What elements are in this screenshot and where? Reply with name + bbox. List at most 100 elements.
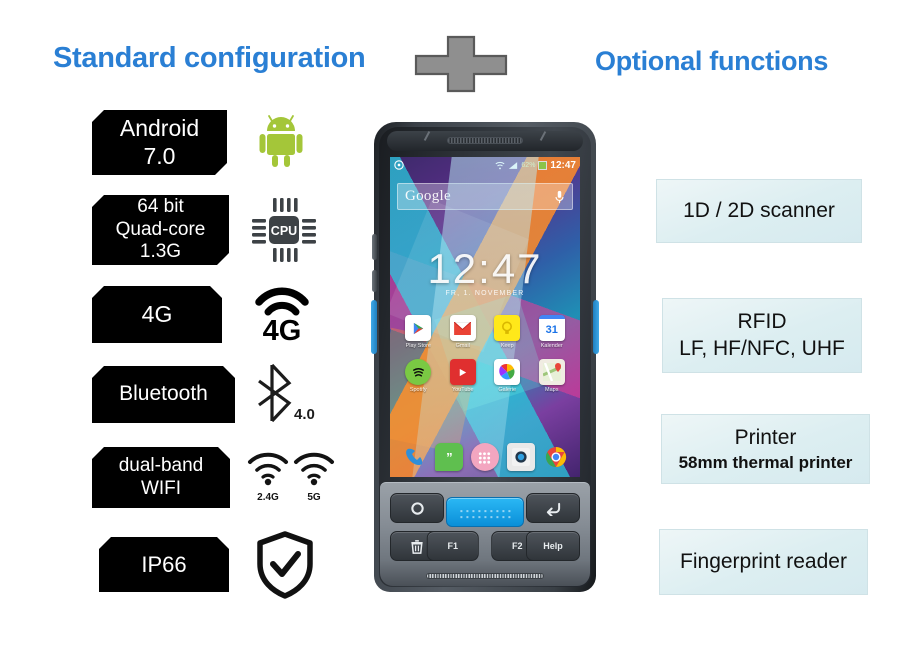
bluetooth-icon: 4.0 bbox=[238, 358, 328, 433]
scan-trigger-key[interactable] bbox=[446, 497, 524, 527]
back-key[interactable] bbox=[526, 493, 580, 523]
svg-text:2.4G: 2.4G bbox=[257, 492, 279, 503]
app-label: Play Store bbox=[405, 343, 431, 349]
back-arrow-icon bbox=[546, 502, 560, 516]
wifi-icon bbox=[495, 161, 505, 169]
spec-row-bluetooth: Bluetooth 4.0 bbox=[92, 363, 315, 423]
play-store-icon bbox=[405, 315, 432, 341]
side-button-volume[interactable] bbox=[372, 234, 377, 260]
app-row-2: Spotify YouTube Galerie Maps bbox=[396, 359, 574, 393]
device-screen[interactable]: 62% 12:47 Google 12:47 FR, 1. NOVEMBER P… bbox=[390, 157, 580, 477]
app-gmail[interactable]: Gmail bbox=[444, 315, 482, 349]
help-key[interactable]: Help bbox=[526, 531, 580, 561]
spec-row-dual-band-wifi: dual-band WIFI 2.4G 5G bbox=[92, 447, 334, 508]
app-galerie[interactable]: Galerie bbox=[488, 359, 526, 393]
app-keep[interactable]: Keep bbox=[488, 315, 526, 349]
lockscreen-clock: 12:47 bbox=[427, 245, 543, 292]
camera-icon[interactable] bbox=[506, 443, 535, 471]
app-label: YouTube bbox=[451, 387, 474, 393]
app-label: Spotify bbox=[409, 387, 427, 393]
app-spotify[interactable]: Spotify bbox=[399, 359, 437, 393]
status-bar: 62% 12:47 bbox=[390, 157, 580, 173]
app-grid: Play Store Gmail Keep 31 Kalender Spotif… bbox=[396, 315, 574, 403]
phone-icon[interactable] bbox=[400, 443, 428, 471]
optional-title: Printer bbox=[734, 426, 797, 450]
side-button-power[interactable] bbox=[372, 270, 377, 292]
google-search-widget[interactable]: Google bbox=[397, 183, 573, 210]
spec-text-line: Bluetooth bbox=[119, 382, 208, 406]
spec-text-line: Android bbox=[119, 115, 200, 142]
notification-icon bbox=[394, 160, 404, 170]
keep-icon bbox=[494, 315, 521, 341]
spec-row-android: Android 7.0 bbox=[92, 110, 303, 175]
gmail-icon bbox=[449, 315, 476, 341]
trash-icon bbox=[411, 539, 423, 554]
app-maps[interactable]: Maps bbox=[533, 359, 571, 393]
spec-text-line: 7.0 bbox=[143, 142, 176, 169]
circle-home-icon bbox=[410, 501, 424, 515]
svg-text:4G: 4G bbox=[263, 315, 302, 345]
bottom-speaker-grille-icon bbox=[426, 573, 544, 579]
dual-wifi-icon: 2.4G 5G bbox=[244, 445, 340, 507]
gallery-icon bbox=[494, 359, 521, 385]
microphone-icon[interactable] bbox=[554, 190, 565, 204]
app-label: Galerie bbox=[498, 387, 517, 393]
side-button-scan-right[interactable] bbox=[593, 300, 599, 354]
android-robot-icon bbox=[248, 107, 322, 179]
calendar-day-number: 31 bbox=[545, 324, 558, 336]
status-bar-right: 62% 12:47 bbox=[495, 160, 576, 171]
maps-icon bbox=[538, 359, 565, 385]
page-title-standard-configuration: Standard configuration bbox=[53, 42, 366, 74]
spec-text-line: 4G bbox=[141, 300, 173, 327]
earpiece-speaker-icon bbox=[447, 137, 523, 144]
app-label: Keep bbox=[500, 343, 514, 349]
svg-text:4.0: 4.0 bbox=[294, 406, 315, 423]
optional-box-rfid[interactable]: RFID LF, HF/NFC, UHF bbox=[662, 298, 862, 373]
page-title-optional-functions: Optional functions bbox=[595, 46, 829, 76]
spec-label-android: Android 7.0 bbox=[92, 110, 227, 175]
spec-label-dual-band-wifi: dual-band WIFI bbox=[92, 447, 230, 508]
device-keypad: F1 F2 Help bbox=[380, 482, 590, 586]
optional-box-scanner[interactable]: 1D / 2D scanner bbox=[656, 179, 862, 243]
spec-label-ip66: IP66 bbox=[99, 537, 229, 592]
app-play-store[interactable]: Play Store bbox=[399, 315, 437, 349]
chrome-icon[interactable] bbox=[542, 443, 570, 471]
spotify-icon bbox=[405, 359, 432, 385]
app-youtube[interactable]: YouTube bbox=[444, 359, 482, 393]
optional-subtitle: LF, HF/NFC, UHF bbox=[679, 336, 845, 360]
spec-row-4g: 4G 4G bbox=[92, 286, 309, 345]
cell-signal-icon bbox=[509, 161, 518, 169]
app-label: Kalender bbox=[540, 343, 563, 349]
calendar-icon: 31 bbox=[538, 315, 565, 341]
app-label: Maps bbox=[545, 387, 559, 393]
home-key[interactable] bbox=[390, 493, 444, 523]
youtube-icon bbox=[449, 359, 476, 385]
optional-subtitle: 58mm thermal printer bbox=[678, 452, 853, 472]
cpu-chip-icon: CPU bbox=[244, 190, 324, 270]
spec-label-bluetooth: Bluetooth bbox=[92, 366, 235, 423]
rugged-android-pda: 62% 12:47 Google 12:47 FR, 1. NOVEMBER P… bbox=[371, 122, 599, 592]
battery-icon bbox=[538, 160, 548, 170]
optional-title: 1D / 2D scanner bbox=[683, 198, 835, 222]
app-dock: ” bbox=[396, 443, 574, 473]
app-kalender[interactable]: 31 Kalender bbox=[533, 315, 571, 349]
spec-text-line: dual-band bbox=[118, 455, 204, 477]
app-drawer-icon[interactable] bbox=[470, 443, 499, 471]
spec-text-line: 1.3G bbox=[139, 241, 182, 263]
optional-box-printer[interactable]: Printer 58mm thermal printer bbox=[661, 414, 870, 484]
svg-text:CPU: CPU bbox=[271, 224, 297, 238]
f1-key[interactable]: F1 bbox=[426, 531, 479, 561]
spec-label-4g: 4G bbox=[92, 286, 222, 343]
optional-box-fingerprint[interactable]: Fingerprint reader bbox=[659, 529, 868, 595]
spec-text-line: WIFI bbox=[140, 477, 182, 499]
side-button-scan-left[interactable] bbox=[371, 300, 377, 354]
signal-4g-icon: 4G bbox=[242, 280, 322, 350]
optional-title: Fingerprint reader bbox=[680, 549, 847, 573]
spec-label-cpu: 64 bit Quad-core 1.3G bbox=[92, 195, 229, 265]
hangouts-icon[interactable]: ” bbox=[435, 443, 464, 471]
spec-text-line: IP66 bbox=[141, 551, 187, 577]
shield-check-icon bbox=[245, 529, 325, 601]
spec-row-cpu: 64 bit Quad-core 1.3G CPU bbox=[92, 195, 316, 265]
spec-text-line: Quad-core bbox=[115, 218, 206, 240]
app-row-1: Play Store Gmail Keep 31 Kalender bbox=[396, 315, 574, 349]
